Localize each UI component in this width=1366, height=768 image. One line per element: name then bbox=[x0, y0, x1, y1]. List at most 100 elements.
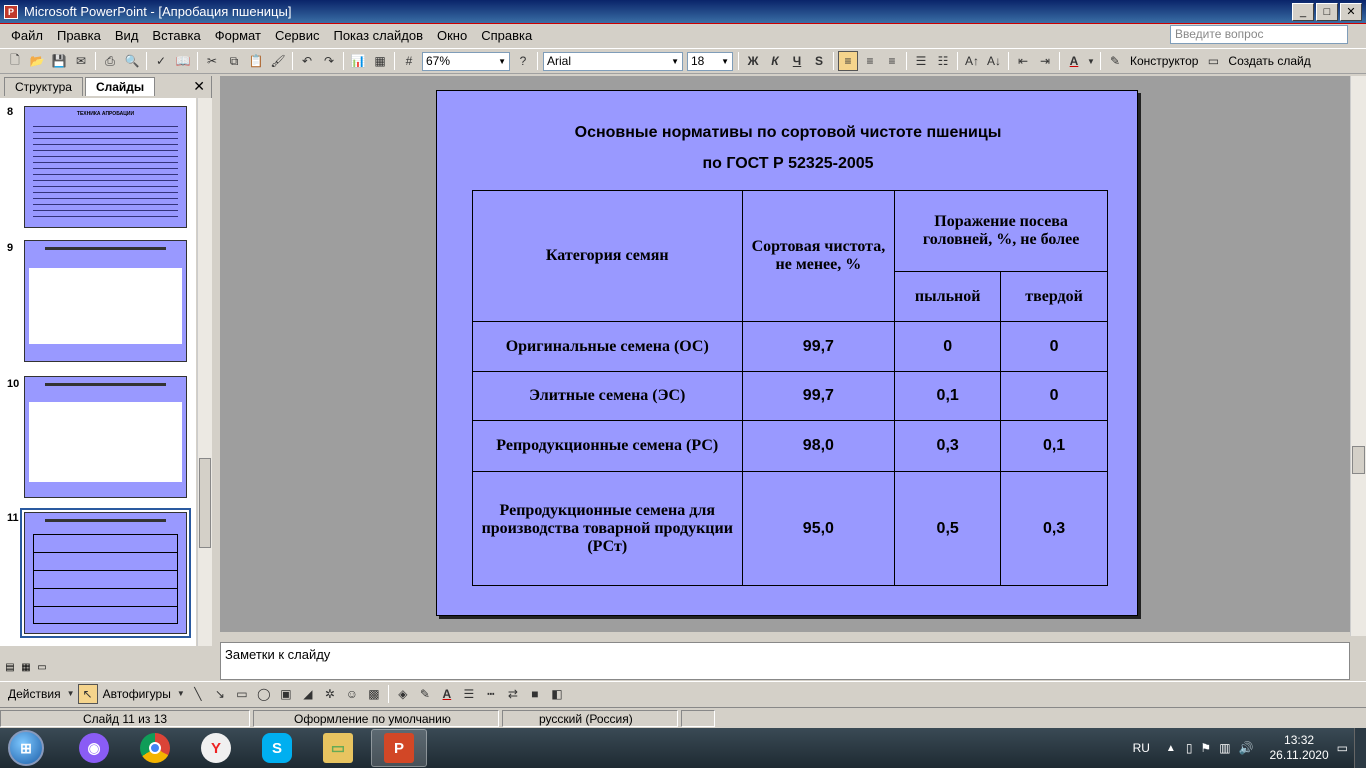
research-icon[interactable]: 📖 bbox=[173, 51, 193, 71]
shadow-button[interactable]: S bbox=[809, 51, 829, 71]
zoom-select[interactable]: 67% ▼ bbox=[422, 51, 510, 71]
font-color-icon[interactable]: A bbox=[1064, 51, 1084, 71]
start-button[interactable]: ⊞ bbox=[8, 730, 44, 766]
network-icon[interactable]: ▥ bbox=[1219, 741, 1230, 755]
menu-slideshow[interactable]: Показ слайдов bbox=[326, 28, 430, 43]
bullets-icon[interactable]: ☷ bbox=[933, 51, 953, 71]
slide-title[interactable]: Основные нормативы по сортовой чистоте п… bbox=[437, 117, 1139, 179]
oval-icon[interactable]: ◯ bbox=[254, 684, 274, 704]
redo-icon[interactable]: ↷ bbox=[319, 51, 339, 71]
taskbar-explorer[interactable]: ▭ bbox=[310, 729, 366, 767]
device-icon[interactable]: ▯ bbox=[1186, 741, 1193, 755]
picture-icon[interactable]: ▩ bbox=[364, 684, 384, 704]
taskbar-alice[interactable]: ◉ bbox=[66, 729, 122, 767]
menu-edit[interactable]: Правка bbox=[50, 28, 108, 43]
cut-icon[interactable]: ✂ bbox=[202, 51, 222, 71]
chevron-down-icon[interactable]: ▼ bbox=[1086, 51, 1096, 71]
increase-indent-icon[interactable]: ⇥ bbox=[1035, 51, 1055, 71]
textbox-icon[interactable]: ▣ bbox=[276, 684, 296, 704]
slide-thumbnail-list[interactable]: 8 ТЕХНИКА АПРОБАЦИИ 9 10 11 bbox=[0, 98, 196, 646]
thumbnail-slide-8[interactable]: 8 ТЕХНИКА АПРОБАЦИИ bbox=[0, 102, 196, 230]
menu-tools[interactable]: Сервис bbox=[268, 28, 327, 43]
ask-question-input[interactable]: Введите вопрос bbox=[1170, 25, 1348, 44]
spelling-icon[interactable]: ✓ bbox=[151, 51, 171, 71]
increase-font-icon[interactable]: A↑ bbox=[962, 51, 982, 71]
clipart-icon[interactable]: ☺ bbox=[342, 684, 362, 704]
wordart-icon[interactable]: ◢ bbox=[298, 684, 318, 704]
line-icon[interactable]: ╲ bbox=[188, 684, 208, 704]
volume-icon[interactable]: 🔊 bbox=[1239, 741, 1254, 755]
undo-icon[interactable]: ↶ bbox=[297, 51, 317, 71]
thumbnail-slide-11[interactable]: 11 bbox=[0, 508, 196, 638]
font-select[interactable]: Arial ▼ bbox=[543, 51, 683, 71]
scrollbar-thumb[interactable] bbox=[1352, 446, 1365, 474]
paste-icon[interactable]: 📋 bbox=[246, 51, 266, 71]
close-button[interactable]: ✕ bbox=[1340, 3, 1362, 21]
taskbar-yandex[interactable]: Y bbox=[188, 729, 244, 767]
rectangle-icon[interactable]: ▭ bbox=[232, 684, 252, 704]
thumbnail-slide-12[interactable]: 12 bbox=[0, 644, 196, 646]
menu-window[interactable]: Окно bbox=[430, 28, 474, 43]
slide[interactable]: Основные нормативы по сортовой чистоте п… bbox=[436, 90, 1138, 616]
new-icon[interactable]: 🗋 bbox=[5, 51, 25, 71]
minimize-button[interactable]: _ bbox=[1292, 3, 1314, 21]
show-hidden-icons-icon[interactable]: ▲ bbox=[1166, 743, 1176, 754]
new-slide-button[interactable]: Создать слайд bbox=[1228, 54, 1310, 68]
chevron-down-icon[interactable]: ▼ bbox=[66, 684, 76, 704]
tab-slides[interactable]: Слайды bbox=[84, 77, 156, 96]
dash-style-icon[interactable]: ┅ bbox=[481, 684, 501, 704]
notes-pane[interactable]: Заметки к слайду bbox=[220, 642, 1350, 680]
insert-chart-icon[interactable]: 📊 bbox=[348, 51, 368, 71]
language-indicator[interactable]: RU bbox=[1133, 741, 1150, 755]
align-center-icon[interactable]: ≡ bbox=[860, 51, 880, 71]
format-painter-icon[interactable]: 🖌 bbox=[268, 51, 288, 71]
scrollbar-thumb[interactable] bbox=[199, 458, 211, 548]
menu-insert[interactable]: Вставка bbox=[145, 28, 207, 43]
print-icon[interactable]: ⎙ bbox=[100, 51, 120, 71]
arrow-icon[interactable]: ↘ bbox=[210, 684, 230, 704]
copy-icon[interactable]: ⧉ bbox=[224, 51, 244, 71]
taskbar-powerpoint[interactable]: P bbox=[371, 729, 427, 767]
flag-icon[interactable]: ⚑ bbox=[1200, 741, 1211, 755]
align-right-icon[interactable]: ≡ bbox=[882, 51, 902, 71]
insert-table-icon[interactable]: ▦ bbox=[370, 51, 390, 71]
chevron-down-icon[interactable]: ▼ bbox=[176, 684, 186, 704]
norms-table[interactable]: Категория семян Сортовая чистота, не мен… bbox=[472, 190, 1108, 586]
arrow-style-icon[interactable]: ⇄ bbox=[503, 684, 523, 704]
menu-help[interactable]: Справка bbox=[474, 28, 539, 43]
autoshapes-menu[interactable]: Автофигуры bbox=[103, 687, 171, 701]
maximize-button[interactable]: □ bbox=[1316, 3, 1338, 21]
line-color-icon[interactable]: ✎ bbox=[415, 684, 435, 704]
decrease-font-icon[interactable]: A↓ bbox=[984, 51, 1004, 71]
notifications-icon[interactable]: ▭ bbox=[1337, 741, 1348, 755]
thumbnail-scrollbar[interactable] bbox=[197, 98, 212, 646]
slide-sorter-icon[interactable]: ▦ bbox=[19, 662, 33, 676]
taskbar-chrome[interactable] bbox=[127, 729, 183, 767]
thumbnail-slide-10[interactable]: 10 bbox=[0, 374, 196, 502]
menu-view[interactable]: Вид bbox=[108, 28, 146, 43]
align-left-icon[interactable]: ≡ bbox=[838, 51, 858, 71]
taskbar-skype[interactable]: S bbox=[249, 729, 305, 767]
slideshow-icon[interactable]: ▭ bbox=[35, 662, 49, 676]
save-icon[interactable]: 💾 bbox=[49, 51, 69, 71]
select-pointer-icon[interactable]: ↖ bbox=[77, 683, 98, 704]
decrease-indent-icon[interactable]: ⇤ bbox=[1013, 51, 1033, 71]
shadow-style-icon[interactable]: ■ bbox=[525, 684, 545, 704]
clock[interactable]: 13:32 26.11.2020 bbox=[1269, 733, 1328, 763]
open-icon[interactable]: 📂 bbox=[27, 51, 47, 71]
actions-menu[interactable]: Действия bbox=[8, 687, 61, 701]
bold-button[interactable]: Ж bbox=[743, 51, 763, 71]
print-preview-icon[interactable]: 🔍 bbox=[122, 51, 142, 71]
numbering-icon[interactable]: ☰ bbox=[911, 51, 931, 71]
thumbnail-slide-9[interactable]: 9 bbox=[0, 238, 196, 366]
fill-color-icon[interactable]: ◈ bbox=[393, 684, 413, 704]
designer-button[interactable]: Конструктор bbox=[1130, 54, 1198, 68]
font-color-icon[interactable]: A bbox=[437, 684, 457, 704]
diagram-icon[interactable]: ✲ bbox=[320, 684, 340, 704]
close-panel-icon[interactable]: ✕ bbox=[193, 78, 205, 95]
underline-button[interactable]: Ч bbox=[787, 51, 807, 71]
canvas-scrollbar[interactable] bbox=[1350, 76, 1366, 636]
3d-style-icon[interactable]: ◧ bbox=[547, 684, 567, 704]
show-desktop-button[interactable] bbox=[1354, 728, 1366, 768]
normal-view-icon[interactable]: ▤ bbox=[3, 662, 17, 676]
